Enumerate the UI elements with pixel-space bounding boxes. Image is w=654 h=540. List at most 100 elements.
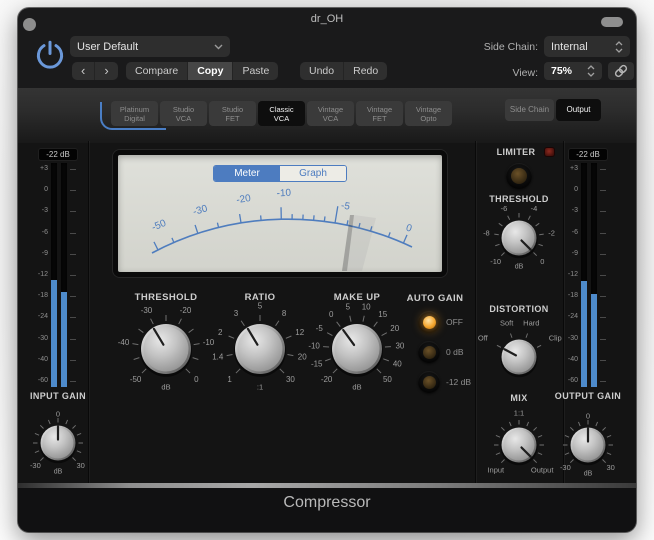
preset-nav-group: ‹ › xyxy=(72,62,118,80)
svg-text:Off: Off xyxy=(478,333,489,342)
svg-text:-20: -20 xyxy=(321,375,333,384)
svg-text:dB: dB xyxy=(161,383,170,392)
auto-gain-led-off[interactable] xyxy=(418,311,440,333)
prev-preset-button[interactable]: ‹ xyxy=(72,62,95,80)
meter-tick xyxy=(600,275,606,276)
svg-text:1:1: 1:1 xyxy=(514,409,524,418)
compare-copy-paste-group: Compare Copy Paste xyxy=(126,62,278,80)
input-level-display: -22 dB xyxy=(39,149,77,160)
meter-tick xyxy=(70,254,76,255)
side-chain-label: Side Chain: xyxy=(448,38,538,56)
power-button-icon[interactable] xyxy=(32,38,68,74)
knob-dial: -20-15-10-505101520304050dB xyxy=(301,293,413,405)
paste-button[interactable]: Paste xyxy=(233,62,278,80)
meter-tick xyxy=(70,339,76,340)
meter-tick xyxy=(600,360,606,361)
meter-scale-label: 0 xyxy=(26,186,48,194)
svg-text:30: 30 xyxy=(395,342,404,351)
vu-meter-scale: -50-30-20-10-50 xyxy=(118,155,442,272)
makeup-knob[interactable]: -20-15-10-505101520304050dB xyxy=(301,293,413,410)
tab-vintage-vca[interactable]: VintageVCA xyxy=(307,101,354,126)
meter-bar xyxy=(61,292,67,387)
meter-tick xyxy=(600,317,606,318)
view-zoom-select[interactable]: 75% xyxy=(544,62,602,80)
svg-text:5: 5 xyxy=(346,302,351,311)
svg-text:20: 20 xyxy=(390,324,399,333)
chevron-updown-icon xyxy=(615,41,623,53)
svg-text:-30: -30 xyxy=(30,461,41,470)
link-button[interactable] xyxy=(608,62,634,80)
svg-text:Clip: Clip xyxy=(549,333,562,342)
limiter-button[interactable] xyxy=(506,163,532,189)
side-chain-dropdown[interactable]: Internal xyxy=(544,36,630,57)
meter-scale-label: -60 xyxy=(26,377,48,385)
plugin-name: Compressor xyxy=(18,494,636,512)
svg-text:30: 30 xyxy=(286,375,295,384)
svg-text:30: 30 xyxy=(606,463,614,472)
view-zoom-value: 75% xyxy=(551,65,572,77)
tab-platinum-digital[interactable]: PlatinumDigital xyxy=(111,101,158,126)
side-chain-button[interactable]: Side Chain xyxy=(505,99,554,121)
meter-scale-label: -24 xyxy=(26,313,48,321)
output-button[interactable]: Output xyxy=(556,99,601,121)
meter-scale-label: -3 xyxy=(26,207,48,215)
meter-scale-label: -9 xyxy=(26,250,48,258)
meter-scale-label: -12 xyxy=(26,271,48,279)
ratio-knob[interactable]: 11.42358122030:1 xyxy=(204,293,316,410)
svg-text:-6: -6 xyxy=(501,204,508,213)
svg-text:5: 5 xyxy=(258,302,263,311)
svg-text:-15: -15 xyxy=(311,360,323,369)
tab-studio-fet[interactable]: StudioFET xyxy=(209,101,256,126)
svg-text:-40: -40 xyxy=(118,338,130,347)
preset-dropdown[interactable]: User Default xyxy=(70,36,230,57)
svg-text:Hard: Hard xyxy=(523,319,539,328)
svg-text:-30: -30 xyxy=(560,463,571,472)
meter-tick xyxy=(600,211,606,212)
chevron-updown-icon xyxy=(587,65,595,77)
svg-text:dB: dB xyxy=(584,471,593,478)
auto-gain-led-12-db[interactable] xyxy=(418,371,440,393)
meter-tick xyxy=(70,275,76,276)
svg-text:-10: -10 xyxy=(490,257,501,266)
tab-classic-vca[interactable]: ClassicVCA xyxy=(258,101,305,126)
svg-text:Input: Input xyxy=(487,465,505,474)
svg-text:0: 0 xyxy=(329,310,334,319)
meter-tick xyxy=(600,296,606,297)
meter-tick xyxy=(600,339,606,340)
tab-vintage-fet[interactable]: VintageFET xyxy=(356,101,403,126)
knob-dial: 0-3030dB xyxy=(18,393,108,493)
svg-text:1: 1 xyxy=(227,375,232,384)
window-close-button[interactable] xyxy=(23,18,36,31)
view-label: View: xyxy=(448,64,538,82)
window-zoom-widget[interactable] xyxy=(601,17,623,27)
svg-text:1.4: 1.4 xyxy=(212,353,224,362)
svg-text:-10: -10 xyxy=(308,342,320,351)
limiter-threshold-knob[interactable]: -6-4-8-2-100dB xyxy=(469,188,569,293)
meter-tick xyxy=(70,381,76,382)
vu-display: MeterGraph -50-30-20-10-50 xyxy=(113,150,447,277)
svg-text:Soft: Soft xyxy=(500,319,514,328)
auto-gain-led-0-db[interactable] xyxy=(418,341,440,363)
vu-scale-label: 0 xyxy=(404,223,413,235)
copy-button[interactable]: Copy xyxy=(188,62,233,80)
footer-bar: Compressor xyxy=(18,488,636,532)
tab-studio-vca[interactable]: StudioVCA xyxy=(160,101,207,126)
svg-text:dB: dB xyxy=(515,264,524,271)
compare-button[interactable]: Compare xyxy=(126,62,188,80)
svg-text:0: 0 xyxy=(586,412,590,421)
svg-text:0: 0 xyxy=(56,410,60,419)
meter-scale-label: +3 xyxy=(26,165,48,173)
meter-tick xyxy=(70,296,76,297)
svg-text:-8: -8 xyxy=(483,228,490,237)
undo-button[interactable]: Undo xyxy=(300,62,344,80)
vu-scale-label: -5 xyxy=(340,200,351,212)
meter-scale-label: -6 xyxy=(26,229,48,237)
knob-dial: 11.42358122030:1 xyxy=(204,293,316,405)
meter-scale-label: +3 xyxy=(556,165,578,173)
svg-text:-30: -30 xyxy=(141,306,153,315)
knob-dial: 0 -30 30 dB xyxy=(538,395,636,495)
next-preset-button[interactable]: › xyxy=(95,62,117,80)
meter-tick xyxy=(600,381,606,382)
redo-button[interactable]: Redo xyxy=(344,62,387,80)
tab-vintage-opto[interactable]: VintageOpto xyxy=(405,101,452,126)
